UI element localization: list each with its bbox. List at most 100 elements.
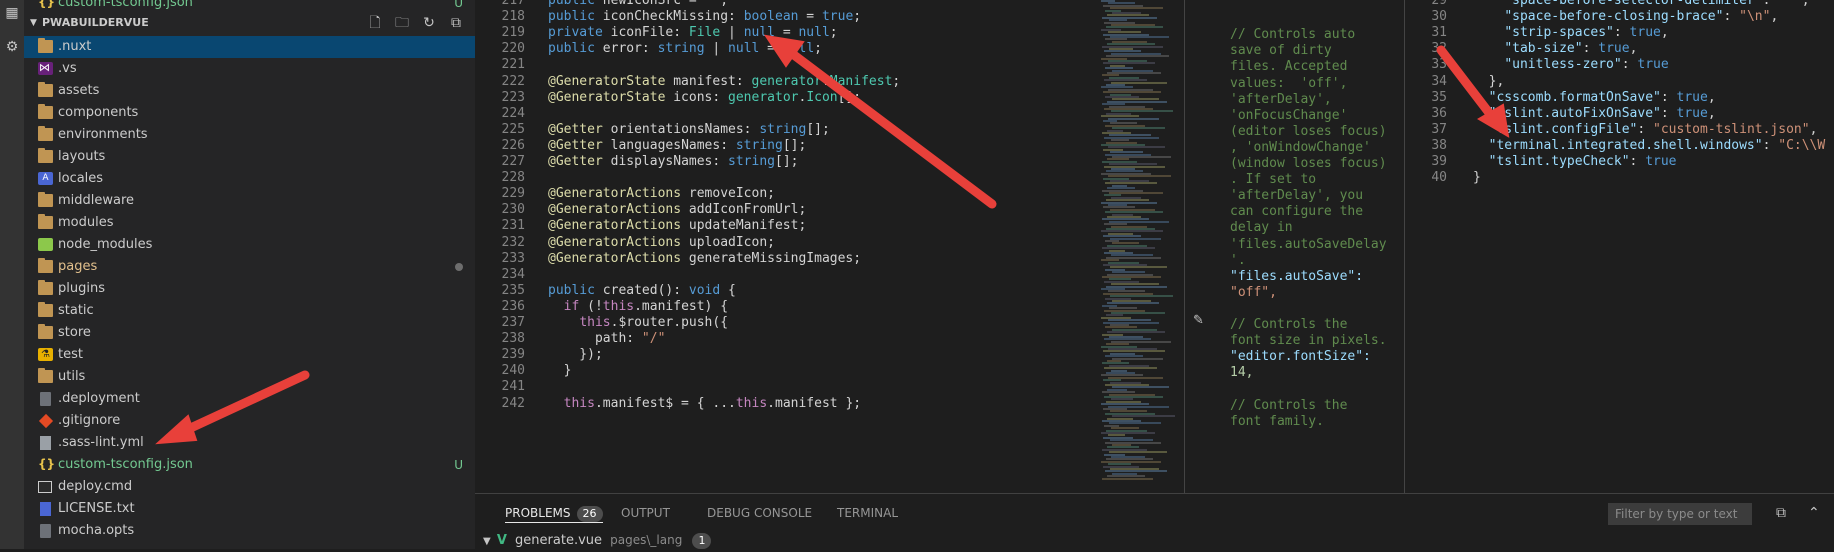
visual-studio-icon xyxy=(38,57,53,79)
problem-file-row[interactable]: ▼ V generate.vue pages\_lang 1 xyxy=(483,530,712,550)
explorer-item-label: node_modules xyxy=(58,237,153,252)
code-line[interactable]: @GeneratorActions generateMissingImages; xyxy=(548,249,861,268)
test-folder-icon: ⚗ xyxy=(38,348,53,361)
extensions-icon[interactable]: ▦ xyxy=(3,4,21,22)
bottom-panel: PROBLEMS 26 OUTPUT DEBUG CONSOLE TERMINAL… xyxy=(475,493,1834,550)
file-icon xyxy=(40,392,51,406)
explorer-item[interactable]: layouts xyxy=(24,146,475,168)
line-number: 40 xyxy=(1431,170,1447,186)
explorer-item[interactable]: middleware xyxy=(24,190,475,212)
explorer-item-label: components xyxy=(58,105,139,120)
editor-group-3[interactable]: 29 "space-before-selector-delimiter": " … xyxy=(1404,0,1834,493)
explorer-item[interactable]: .nuxt xyxy=(24,36,475,58)
text-file-icon xyxy=(40,502,51,516)
folder-icon xyxy=(38,104,53,119)
explorer-item[interactable]: modules xyxy=(24,212,475,234)
tab-problems-label: PROBLEMS xyxy=(505,506,571,520)
folder-icon xyxy=(38,82,53,97)
folder-icon xyxy=(38,324,53,339)
code-line[interactable]: public error: string | null = null; xyxy=(548,39,822,58)
code-line[interactable]: } xyxy=(548,361,572,380)
code-line[interactable]: @GeneratorState icons: generator.Icon[]; xyxy=(548,88,861,107)
file-icon xyxy=(40,524,51,538)
untracked-badge: U xyxy=(454,458,463,472)
folder-icon xyxy=(38,302,53,317)
explorer-actions: 🗋 🗀 ↻ ⧉ xyxy=(24,12,475,34)
explorer-item-label: utils xyxy=(58,369,86,384)
activity-bar: ⚙ ▦ xyxy=(0,0,24,549)
explorer-item-label: modules xyxy=(58,215,114,230)
problems-filter-input[interactable] xyxy=(1608,503,1752,525)
explorer-item-label: layouts xyxy=(58,149,106,164)
explorer-item[interactable]: pages xyxy=(24,256,475,278)
explorer-item[interactable]: utils xyxy=(24,366,475,388)
editor-group-1[interactable]: 217 public newIconSrc = ""; 218 public icon… xyxy=(475,0,1183,493)
minimap-line xyxy=(1102,477,1153,480)
explorer-item[interactable]: .vs xyxy=(24,57,475,80)
explorer-item-label: test xyxy=(58,347,83,362)
folder-icon xyxy=(38,126,53,141)
folder-icon xyxy=(38,192,53,207)
chevron-down-icon: ▼ xyxy=(483,536,491,547)
folder-icon xyxy=(38,148,53,163)
sass-icon xyxy=(40,436,51,450)
explorer-item-label: store xyxy=(58,325,91,340)
git-icon xyxy=(38,413,54,429)
settings-line[interactable]: 'files.autoSaveDelay xyxy=(1230,235,1387,254)
settings-line[interactable]: 14, xyxy=(1230,363,1253,382)
json-line[interactable]: "tslint.typeCheck": true xyxy=(1473,152,1677,171)
explorer-item-label: mocha.opts xyxy=(58,523,135,538)
settings-line[interactable]: font family. xyxy=(1230,412,1324,431)
explorer-item[interactable]: Alocales xyxy=(24,168,475,190)
json-line[interactable]: } xyxy=(1473,168,1481,187)
explorer-item[interactable]: ⚗ test xyxy=(24,344,475,366)
code-line[interactable]: @Getter displaysNames: string[]; xyxy=(548,152,798,171)
problem-file-name: generate.vue xyxy=(515,533,603,548)
pencil-icon: ✎ xyxy=(1193,313,1204,328)
explorer-item[interactable]: deploy.cmd xyxy=(24,476,475,498)
explorer-item[interactable]: store xyxy=(24,322,475,344)
folder-icon xyxy=(38,214,53,229)
new-folder-icon[interactable]: 🗀 xyxy=(394,15,410,31)
explorer-item-label: deploy.cmd xyxy=(58,479,133,494)
cmd-icon xyxy=(38,481,52,493)
explorer-item[interactable]: mocha.opts xyxy=(24,520,475,542)
explorer-item-label: environments xyxy=(58,127,148,142)
explorer-item[interactable]: {} custom-tsconfig.json U xyxy=(24,454,475,476)
tab-debug-console[interactable]: DEBUG CONSOLE xyxy=(707,504,812,522)
chevron-up-icon[interactable]: ⌃ xyxy=(1808,504,1820,522)
editor-group-2[interactable]: ✎ // Controls auto save of dirty files. Ac… xyxy=(1184,0,1405,493)
explorer-item[interactable]: environments xyxy=(24,124,475,146)
explorer-item-label: static xyxy=(58,303,94,318)
debug-icon[interactable]: ⚙ xyxy=(3,38,21,56)
explorer-item[interactable]: plugins xyxy=(24,278,475,300)
folder-icon xyxy=(38,258,53,273)
code-line[interactable]: this.manifest$ = { ...this.manifest }; xyxy=(548,394,861,413)
explorer-sidebar: {} custom-tsconfig.json U ▼ PWABUILDERVU… xyxy=(24,0,475,549)
explorer-item[interactable]: assets xyxy=(24,80,475,102)
tab-problems[interactable]: PROBLEMS 26 xyxy=(505,504,603,523)
explorer-item[interactable]: node_modules xyxy=(24,234,475,256)
node-folder-icon xyxy=(38,238,53,251)
minimap[interactable] xyxy=(1100,0,1180,493)
refresh-icon[interactable]: ↻ xyxy=(421,15,437,31)
problems-count-badge: 26 xyxy=(576,506,603,522)
json-icon: {} xyxy=(38,457,56,471)
folder-icon xyxy=(38,280,53,295)
explorer-item[interactable]: components xyxy=(24,102,475,124)
new-file-icon[interactable]: 🗋 xyxy=(367,15,383,31)
explorer-item-label: middleware xyxy=(58,193,135,208)
explorer-item[interactable]: static xyxy=(24,300,475,322)
tab-output[interactable]: OUTPUT xyxy=(621,504,670,522)
tab-terminal[interactable]: TERMINAL xyxy=(837,504,898,522)
collapse-all-icon[interactable]: ⧉ xyxy=(448,15,464,31)
explorer-item-label: .gitignore xyxy=(58,413,121,428)
collapse-all-icon[interactable]: ⧉ xyxy=(1776,504,1786,522)
json-icon: {} xyxy=(38,0,56,9)
explorer-item[interactable]: .gitignore xyxy=(24,410,475,432)
settings-line[interactable]: "off", xyxy=(1230,283,1277,302)
modified-dot xyxy=(455,263,463,271)
explorer-item[interactable]: .sass-lint.yml xyxy=(24,432,475,454)
explorer-item[interactable]: LICENSE.txt xyxy=(24,498,475,520)
explorer-item[interactable]: .deployment xyxy=(24,388,475,410)
